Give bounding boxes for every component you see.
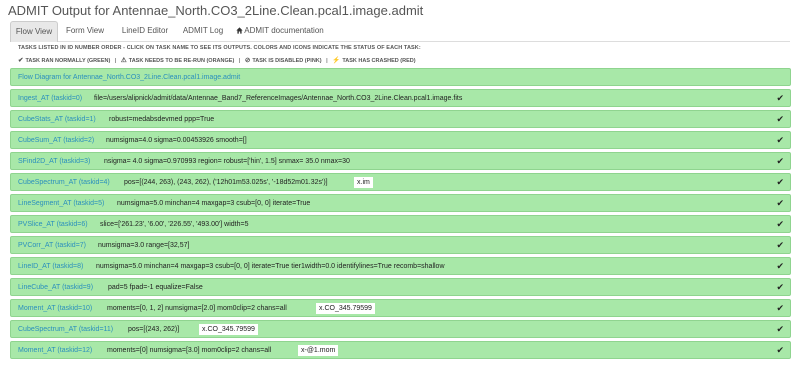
task-params: pad=5 fpad=-1 equalize=False: [108, 284, 203, 291]
tab-form-view[interactable]: Form View: [60, 21, 110, 41]
task-params: numsigma=4.0 sigma=0.00453926 smooth=[]: [106, 137, 247, 144]
task-params: slice=['261.23', '6.00', '226.55', '493.…: [100, 221, 249, 228]
output-file-box[interactable]: x.im: [354, 177, 373, 188]
task-row: CubeStats_AT (taskid=1) robust=medabsdev…: [10, 110, 791, 128]
task-name-link[interactable]: Moment_AT (taskid=10): [18, 300, 92, 317]
task-params: moments=[0] numsigma=[3.0] mom0clip=2 ch…: [107, 347, 272, 354]
output-file-box[interactable]: x.CO_345.79599: [316, 303, 375, 314]
task-name-link[interactable]: LineCube_AT (taskid=9): [18, 279, 93, 296]
output-file-box[interactable]: x-@1.mom: [298, 345, 339, 356]
task-name-link[interactable]: Ingest_AT (taskid=0): [18, 90, 82, 107]
task-params: moments=[0, 1, 2] numsigma=[2.0] mom0cli…: [107, 305, 287, 312]
task-row: Ingest_AT (taskid=0) file=/users/alipnic…: [10, 89, 791, 107]
check-icon: ✔: [776, 240, 784, 250]
task-params: pos=[(243, 262)]: [128, 326, 180, 333]
tab-admit-log[interactable]: ADMIT Log: [178, 21, 228, 41]
legend-description: TASKS LISTED IN ID NUMBER ORDER - CLICK …: [18, 45, 421, 51]
legend-separator: |: [114, 58, 117, 64]
check-icon: ✔: [18, 57, 24, 64]
check-icon: ✔: [776, 198, 784, 208]
home-icon: [236, 27, 243, 34]
check-icon: ✔: [776, 261, 784, 271]
task-name-link[interactable]: CubeSpectrum_AT (taskid=4): [18, 174, 110, 191]
tab-admit-documentation[interactable]: ADMIT documentation: [234, 21, 326, 41]
tab-admit-documentation-label: ADMIT documentation: [244, 26, 324, 35]
ban-icon: ⊘: [244, 57, 251, 64]
task-row: LineCube_AT (taskid=9) pad=5 fpad=-1 equ…: [10, 278, 791, 296]
check-icon: ✔: [776, 324, 784, 334]
task-params: numsigma=3.0 range=[32,57]: [98, 242, 190, 249]
tab-bar: Flow View Form View LineID Editor ADMIT …: [10, 21, 790, 42]
tab-flow-view[interactable]: Flow View: [10, 21, 58, 42]
task-params: nsigma= 4.0 sigma=0.970993 region= robus…: [104, 158, 350, 165]
task-params: robust=medabsdevmed ppp=True: [109, 116, 215, 123]
check-icon: ✔: [776, 303, 784, 313]
check-icon: ✔: [776, 114, 784, 124]
task-row: Moment_AT (taskid=12) moments=[0] numsig…: [10, 341, 791, 359]
task-row: PVSlice_AT (taskid=6) slice=['261.23', '…: [10, 215, 791, 233]
task-name-link[interactable]: LineSegment_AT (taskid=5): [18, 195, 104, 212]
task-row: Moment_AT (taskid=10) moments=[0, 1, 2] …: [10, 299, 791, 317]
task-name-link[interactable]: CubeSpectrum_AT (taskid=11): [18, 321, 113, 338]
task-row: LineSegment_AT (taskid=5) numsigma=5.0 m…: [10, 194, 791, 212]
legend-separator: |: [238, 58, 241, 64]
task-row: PVCorr_AT (taskid=7) numsigma=3.0 range=…: [10, 236, 791, 254]
check-icon: ✔: [776, 93, 784, 103]
task-params: numsigma=5.0 minchan=4 maxgap=3 csub=[0,…: [96, 263, 445, 270]
check-icon: ✔: [776, 219, 784, 229]
check-icon: ✔: [776, 177, 784, 187]
task-params: pos=[(244, 263), (243, 262), ('12h01m53.…: [124, 179, 328, 186]
check-icon: ✔: [776, 282, 784, 292]
output-file-box[interactable]: x.CO_345.79599: [199, 324, 258, 335]
flow-diagram-link[interactable]: Flow Diagram for Antennae_North.CO3_2Lin…: [18, 69, 240, 86]
legend-rerun: TASK NEEDS TO BE RE-RUN (ORANGE): [128, 58, 235, 64]
task-name-link[interactable]: PVSlice_AT (taskid=6): [18, 216, 88, 233]
task-name-link[interactable]: Moment_AT (taskid=12): [18, 342, 92, 359]
legend-disabled: TASK IS DISABLED (PINK): [252, 58, 322, 64]
task-name-link[interactable]: LineID_AT (taskid=8): [18, 258, 83, 275]
task-row: SFind2D_AT (taskid=3) nsigma= 4.0 sigma=…: [10, 152, 791, 170]
warning-icon: ⚠: [120, 57, 127, 64]
tab-lineid-editor[interactable]: LineID Editor: [116, 21, 174, 41]
check-icon: ✔: [776, 135, 784, 145]
task-row: CubeSpectrum_AT (taskid=11) pos=[(243, 2…: [10, 320, 791, 338]
legend-ok: TASK RAN NORMALLY (GREEN): [25, 58, 111, 64]
task-row: CubeSpectrum_AT (taskid=4) pos=[(244, 26…: [10, 173, 791, 191]
legend-crashed: TASK HAS CRASHED (RED): [342, 58, 416, 64]
page-title: ADMIT Output for Antennae_North.CO3_2Lin…: [8, 3, 424, 18]
check-icon: ✔: [776, 345, 784, 355]
task-name-link[interactable]: CubeStats_AT (taskid=1): [18, 111, 96, 128]
task-row: LineID_AT (taskid=8) numsigma=5.0 mincha…: [10, 257, 791, 275]
task-params: numsigma=5.0 minchan=4 maxgap=3 csub=[0,…: [117, 200, 311, 207]
task-row: CubeSum_AT (taskid=2) numsigma=4.0 sigma…: [10, 131, 791, 149]
task-name-link[interactable]: CubeSum_AT (taskid=2): [18, 132, 94, 149]
status-legend: ✔ TASK RAN NORMALLY (GREEN) | ⚠ TASK NEEDS…: [18, 56, 416, 64]
task-name-link[interactable]: SFind2D_AT (taskid=3): [18, 153, 90, 170]
flow-diagram-bar: Flow Diagram for Antennae_North.CO3_2Lin…: [10, 68, 791, 86]
check-icon: ✔: [776, 156, 784, 166]
bolt-icon: ⚡: [332, 57, 341, 64]
task-name-link[interactable]: PVCorr_AT (taskid=7): [18, 237, 86, 254]
task-params: file=/users/alipnick/admit/data/Antennae…: [94, 95, 463, 102]
legend-separator: |: [326, 58, 328, 64]
